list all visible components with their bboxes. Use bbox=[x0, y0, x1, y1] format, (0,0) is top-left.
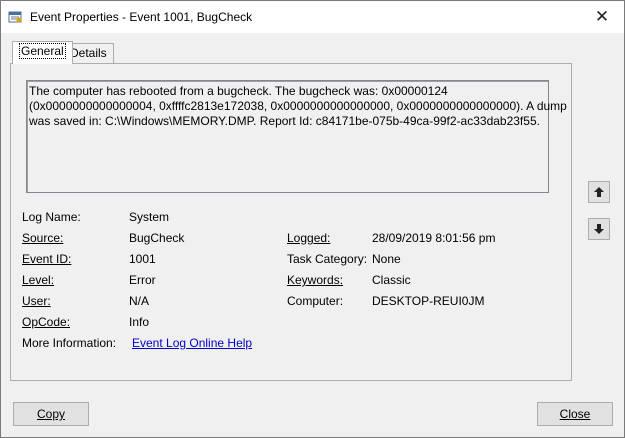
event-id-value: 1001 bbox=[129, 252, 156, 266]
description-line: The computer has rebooted from a bugchec… bbox=[29, 84, 448, 98]
level-value: Error bbox=[129, 273, 156, 287]
opcode-value: Info bbox=[129, 315, 150, 329]
close-button-label: Close bbox=[559, 407, 591, 421]
opcode-label: OpCode: bbox=[22, 315, 71, 329]
tab-general-label: General bbox=[19, 43, 66, 59]
task-category-label: Task Category: bbox=[287, 252, 368, 266]
keywords-value: Classic bbox=[372, 273, 411, 287]
close-window-button[interactable]: ✕ bbox=[580, 1, 624, 33]
log-name-label: Log Name: bbox=[22, 210, 81, 224]
copy-button-label: Copy bbox=[36, 407, 65, 421]
arrow-up-icon bbox=[594, 187, 604, 197]
keywords-label: Keywords: bbox=[287, 273, 344, 287]
close-button[interactable]: Close bbox=[537, 402, 613, 426]
previous-event-button[interactable] bbox=[588, 181, 610, 203]
source-label: Source: bbox=[22, 231, 64, 245]
user-value: N/A bbox=[129, 294, 150, 308]
description-line: was saved in: C:\Windows\MEMORY.DMP. Rep… bbox=[29, 114, 540, 128]
event-id-label: Event ID: bbox=[22, 252, 72, 266]
logged-label: Logged: bbox=[287, 231, 331, 245]
event-description[interactable]: The computer has rebooted from a bugchec… bbox=[26, 80, 567, 193]
window-title: Event Properties - Event 1001, BugCheck bbox=[30, 10, 253, 24]
logged-value: 28/09/2019 8:01:56 pm bbox=[372, 231, 496, 245]
source-value: BugCheck bbox=[129, 231, 185, 245]
copy-button[interactable]: Copy bbox=[13, 402, 89, 426]
title-bar: Event Properties - Event 1001, BugCheck … bbox=[1, 1, 624, 33]
tab-general[interactable]: General bbox=[12, 41, 73, 64]
general-tab-pane: The computer has rebooted from a bugchec… bbox=[10, 63, 572, 381]
event-properties-dialog: Event Properties - Event 1001, BugCheck … bbox=[0, 0, 625, 438]
tab-details-label: Details bbox=[70, 46, 107, 60]
event-log-online-help-link[interactable]: Event Log Online Help bbox=[132, 336, 252, 350]
task-category-value: None bbox=[372, 252, 401, 266]
description-line: (0x0000000000000004, 0xffffc2813e172038,… bbox=[29, 99, 567, 113]
event-viewer-icon bbox=[8, 10, 22, 24]
computer-label: Computer: bbox=[287, 294, 344, 308]
next-event-button[interactable] bbox=[588, 218, 610, 240]
user-label: User: bbox=[22, 294, 51, 308]
arrow-down-icon bbox=[594, 224, 604, 234]
close-icon: ✕ bbox=[594, 7, 610, 26]
log-name-value: System bbox=[129, 210, 170, 224]
level-label: Level: bbox=[22, 273, 55, 287]
computer-value: DESKTOP-REUI0JM bbox=[372, 294, 485, 308]
more-information-label: More Information: bbox=[22, 336, 117, 350]
